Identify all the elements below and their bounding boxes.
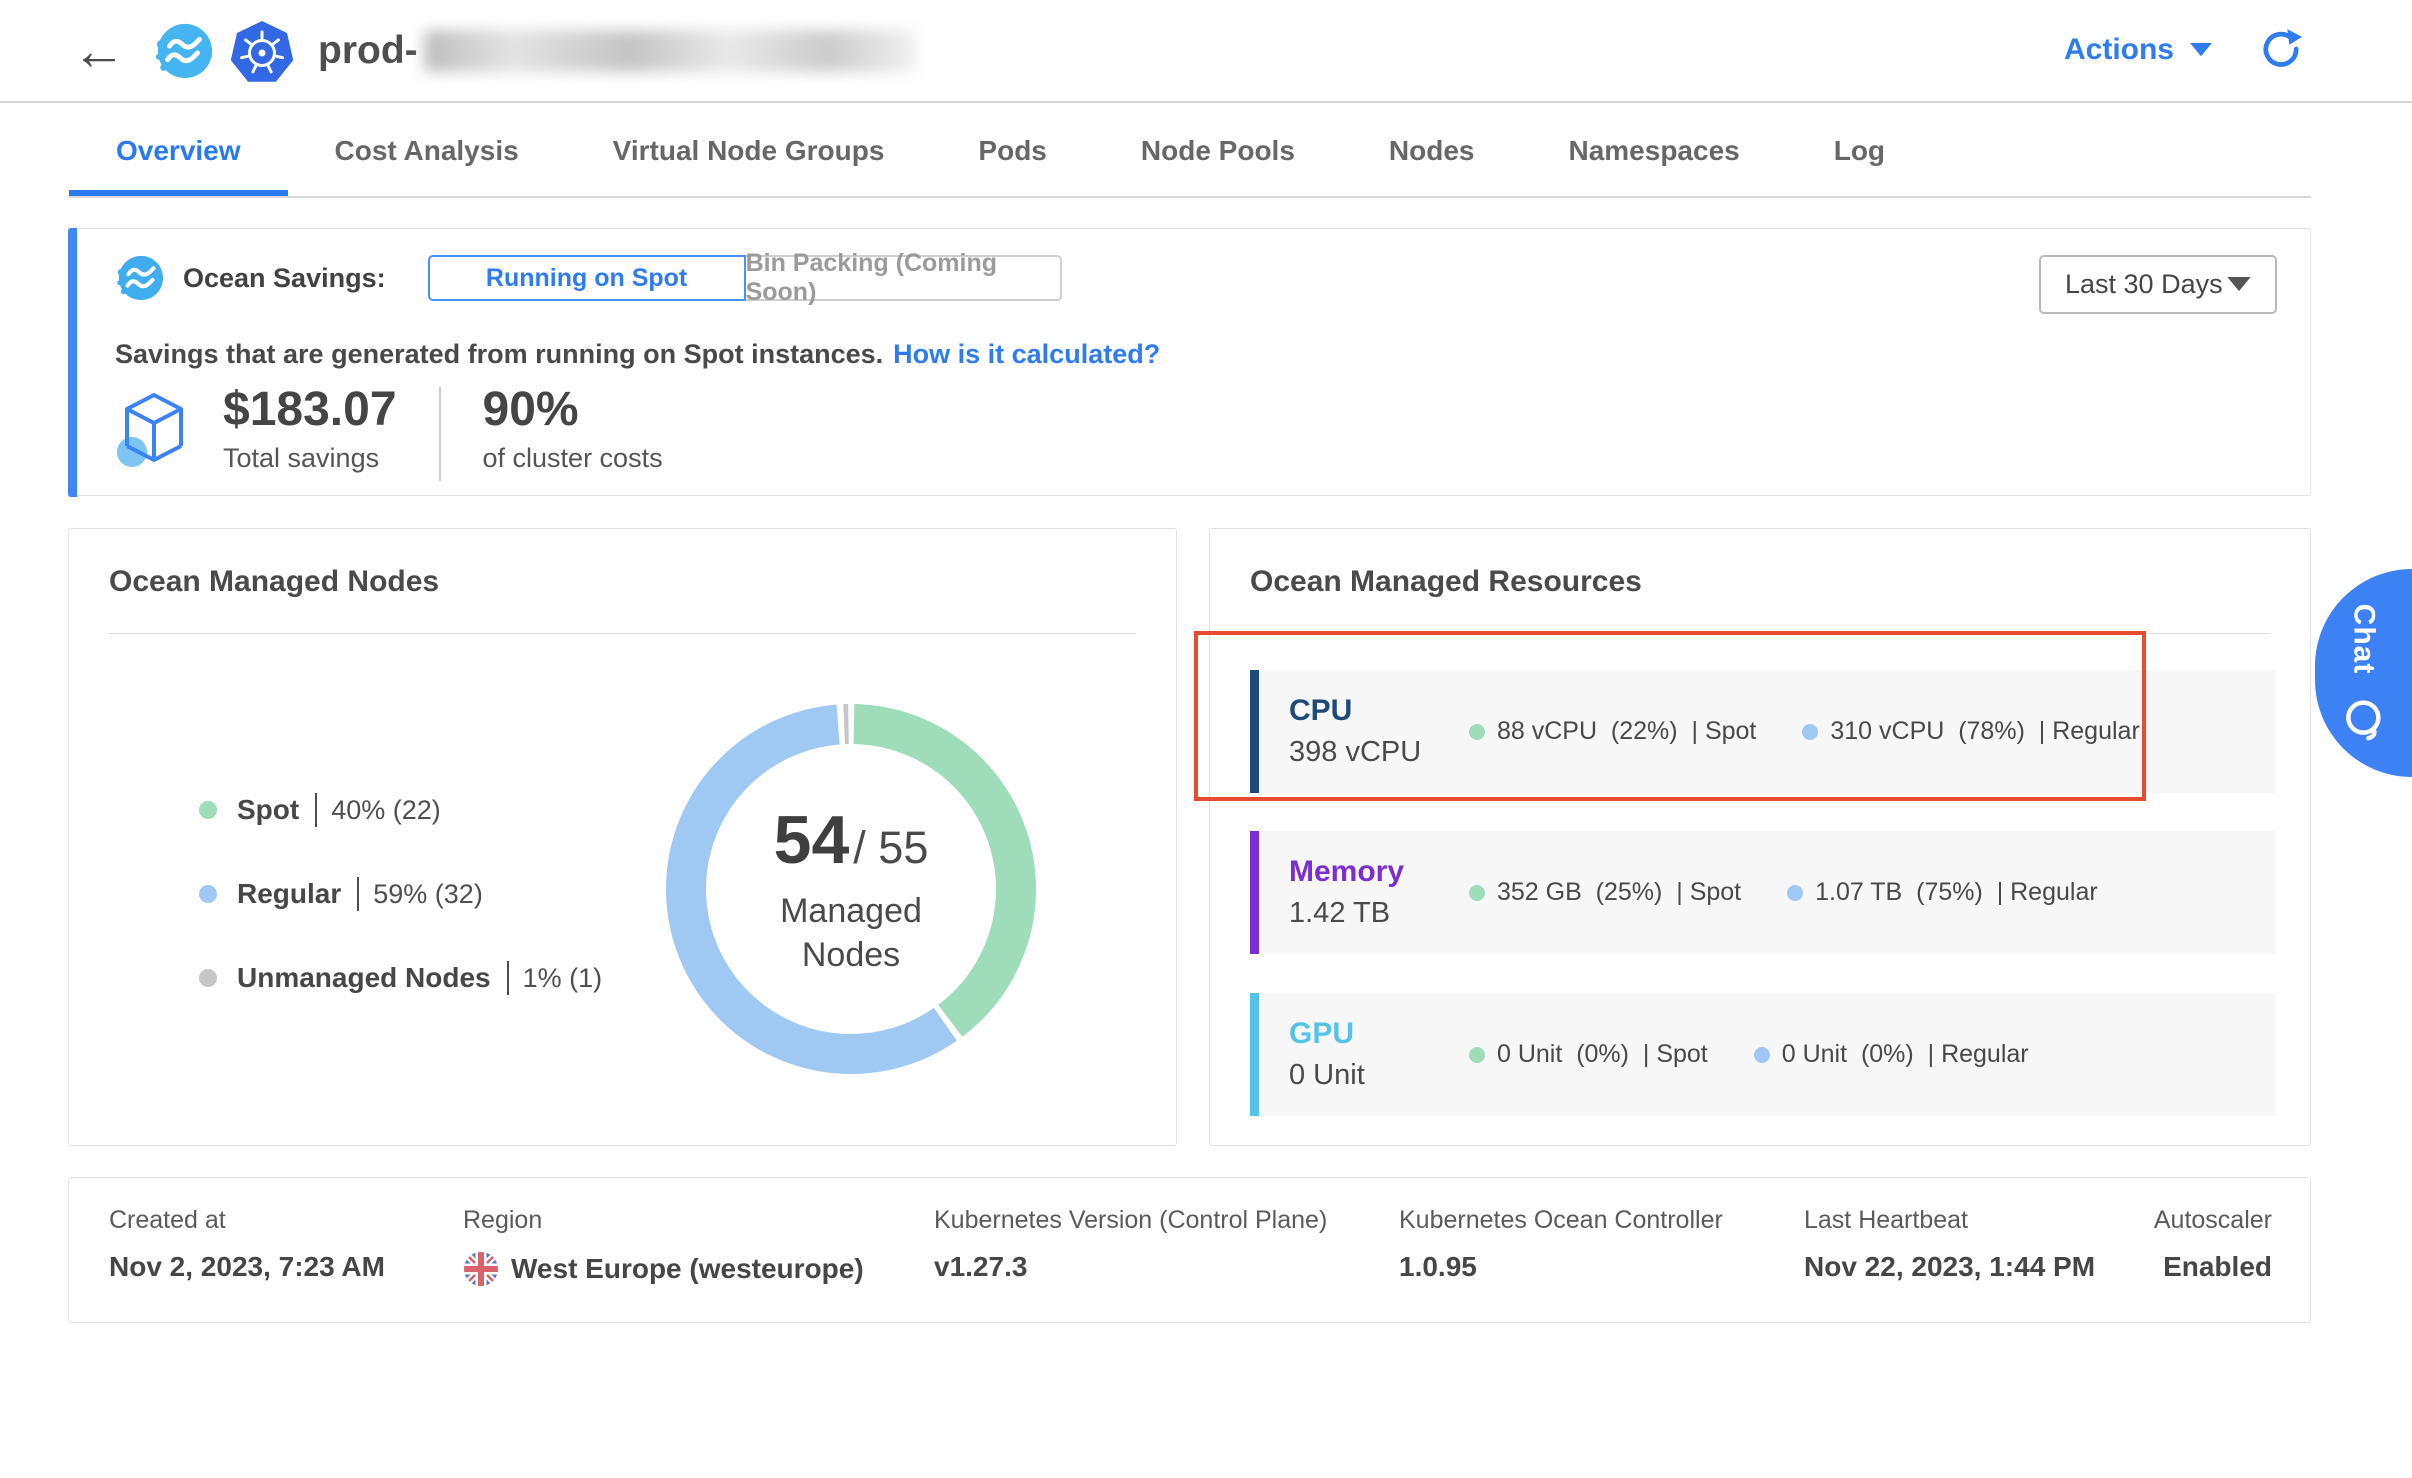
- running-on-spot-toggle[interactable]: Running on Spot: [428, 255, 746, 301]
- resource-row-cpu: CPU 398 vCPU 88 vCPU (22%) | Spot 310 vC…: [1250, 670, 2276, 793]
- managed-nodes-card: Ocean Managed Nodes Spot 40% (22) Regula…: [68, 528, 1177, 1146]
- actions-label: Actions: [2064, 33, 2174, 67]
- header: ← prod- Actions: [0, 0, 2412, 103]
- gpu-total: 0 Unit: [1289, 1059, 1469, 1092]
- total-savings-value: $183.07: [223, 379, 397, 441]
- cluster-name-prefix: prod-: [318, 29, 418, 73]
- regular-dot: [1787, 885, 1803, 901]
- spot-dot: [1469, 1047, 1485, 1063]
- ocean-savings-icon: [115, 253, 165, 303]
- memory-total: 1.42 TB: [1289, 897, 1469, 930]
- autoscaler-status: Autoscaler Enabled: [2154, 1206, 2272, 1283]
- chevron-down-icon: [2227, 277, 2251, 292]
- tab-log[interactable]: Log: [1787, 105, 1932, 196]
- managed-resources-card: Ocean Managed Resources CPU 398 vCPU 88 …: [1209, 528, 2311, 1146]
- legend-item-regular: Regular 59% (32): [199, 877, 602, 911]
- total-savings-label: Total savings: [223, 443, 397, 474]
- tab-overview[interactable]: Overview: [69, 105, 288, 196]
- how-calculated-link[interactable]: How is it calculated?: [893, 339, 1160, 369]
- chat-button[interactable]: Chat: [2315, 569, 2412, 777]
- uk-flag-icon: [463, 1251, 499, 1287]
- legend-item-unmanaged: Unmanaged Nodes 1% (1): [199, 961, 602, 995]
- total-savings-block: $183.07 Total savings: [223, 379, 397, 481]
- tab-pods[interactable]: Pods: [931, 105, 1093, 196]
- donut-center-label: 54 / 55 Managed Nodes: [661, 699, 1041, 1079]
- cluster-name-redacted: [424, 30, 916, 72]
- card-divider: [109, 633, 1136, 634]
- chat-label: Chat: [2347, 604, 2381, 675]
- cost-percent-value: 90%: [483, 379, 663, 441]
- spot-dot: [199, 801, 217, 819]
- memory-name: Memory: [1289, 855, 1469, 889]
- chevron-down-icon: [2190, 43, 2212, 57]
- tab-virtual-node-groups[interactable]: Virtual Node Groups: [566, 105, 932, 196]
- refresh-icon[interactable]: [2258, 27, 2304, 73]
- tab-cost-analysis[interactable]: Cost Analysis: [288, 105, 566, 196]
- savings-view-toggle: Running on Spot Bin Packing (Coming Soon…: [428, 255, 1062, 301]
- tab-bar: Overview Cost Analysis Virtual Node Grou…: [69, 105, 2311, 198]
- spot-dot: [1469, 724, 1485, 740]
- last-heartbeat: Last Heartbeat Nov 22, 2023, 1:44 PM: [1804, 1206, 2095, 1283]
- gpu-spot-stat: 0 Unit (0%) | Spot: [1469, 1040, 1708, 1069]
- resource-row-memory: Memory 1.42 TB 352 GB (25%) | Spot 1.07 …: [1250, 831, 2276, 954]
- tab-node-pools[interactable]: Node Pools: [1094, 105, 1342, 196]
- bin-packing-toggle[interactable]: Bin Packing (Coming Soon): [746, 255, 1062, 301]
- spot-dot: [1469, 885, 1485, 901]
- stats-divider: [439, 387, 441, 481]
- page-title: prod-: [318, 29, 916, 73]
- ocean-savings-label: Ocean Savings:: [183, 263, 386, 294]
- savings-stats: $183.07 Total savings 90% of cluster cos…: [115, 379, 663, 481]
- memory-regular-stat: 1.07 TB (75%) | Regular: [1787, 878, 2098, 907]
- card-divider: [1250, 633, 2270, 634]
- kubernetes-version: Kubernetes Version (Control Plane) v1.27…: [934, 1206, 1327, 1283]
- cluster-cost-block: 90% of cluster costs: [483, 379, 663, 481]
- legend-item-spot: Spot 40% (22): [199, 793, 602, 827]
- regular-dot: [199, 885, 217, 903]
- ocean-logo-icon: [152, 20, 214, 82]
- nodes-legend: Spot 40% (22) Regular 59% (32) Unmanaged…: [199, 793, 602, 1045]
- unmanaged-dot: [199, 969, 217, 987]
- gpu-accent-bar: [1250, 993, 1259, 1116]
- kubernetes-icon: [228, 17, 296, 85]
- cpu-spot-stat: 88 vCPU (22%) | Spot: [1469, 717, 1756, 746]
- cluster-info-bar: Created at Nov 2, 2023, 7:23 AM Region W…: [68, 1177, 2311, 1323]
- managed-count: 54: [774, 801, 850, 879]
- period-dropdown[interactable]: Last 30 Days: [2039, 255, 2277, 314]
- created-at: Created at Nov 2, 2023, 7:23 AM: [109, 1206, 385, 1283]
- chat-bubble-icon: [2341, 696, 2387, 742]
- ocean-savings-banner: Ocean Savings: Running on Spot Bin Packi…: [68, 228, 2311, 496]
- managed-nodes-donut: 54 / 55 Managed Nodes: [661, 699, 1041, 1079]
- regular-dot: [1802, 724, 1818, 740]
- status-badge: Enabled: [2154, 1251, 2272, 1283]
- cpu-accent-bar: [1250, 670, 1259, 793]
- gpu-regular-stat: 0 Unit (0%) | Regular: [1754, 1040, 2029, 1069]
- resource-row-gpu: GPU 0 Unit 0 Unit (0%) | Spot 0 Unit (0%…: [1250, 993, 2276, 1116]
- total-count: / 55: [853, 822, 928, 874]
- actions-button[interactable]: Actions: [2064, 33, 2212, 67]
- managed-nodes-title: Ocean Managed Nodes: [109, 565, 439, 599]
- memory-accent-bar: [1250, 831, 1259, 954]
- gpu-name: GPU: [1289, 1017, 1469, 1051]
- banner-accent-bar: [68, 228, 77, 497]
- managed-resources-title: Ocean Managed Resources: [1250, 565, 1642, 599]
- cpu-regular-stat: 310 vCPU (78%) | Regular: [1802, 717, 2139, 746]
- back-arrow-icon[interactable]: ←: [72, 24, 126, 78]
- regular-dot: [1754, 1047, 1770, 1063]
- tab-namespaces[interactable]: Namespaces: [1521, 105, 1786, 196]
- region: Region West Europe (westeurope): [463, 1206, 864, 1287]
- ocean-controller-version: Kubernetes Ocean Controller 1.0.95: [1399, 1206, 1723, 1283]
- cost-percent-label: of cluster costs: [483, 443, 663, 474]
- cpu-name: CPU: [1289, 694, 1469, 728]
- savings-cube-icon: [115, 389, 193, 477]
- tab-nodes[interactable]: Nodes: [1342, 105, 1522, 196]
- memory-spot-stat: 352 GB (25%) | Spot: [1469, 878, 1741, 907]
- period-value: Last 30 Days: [2065, 269, 2223, 300]
- savings-description: Savings that are generated from running …: [115, 339, 1160, 370]
- cpu-total: 398 vCPU: [1289, 736, 1469, 769]
